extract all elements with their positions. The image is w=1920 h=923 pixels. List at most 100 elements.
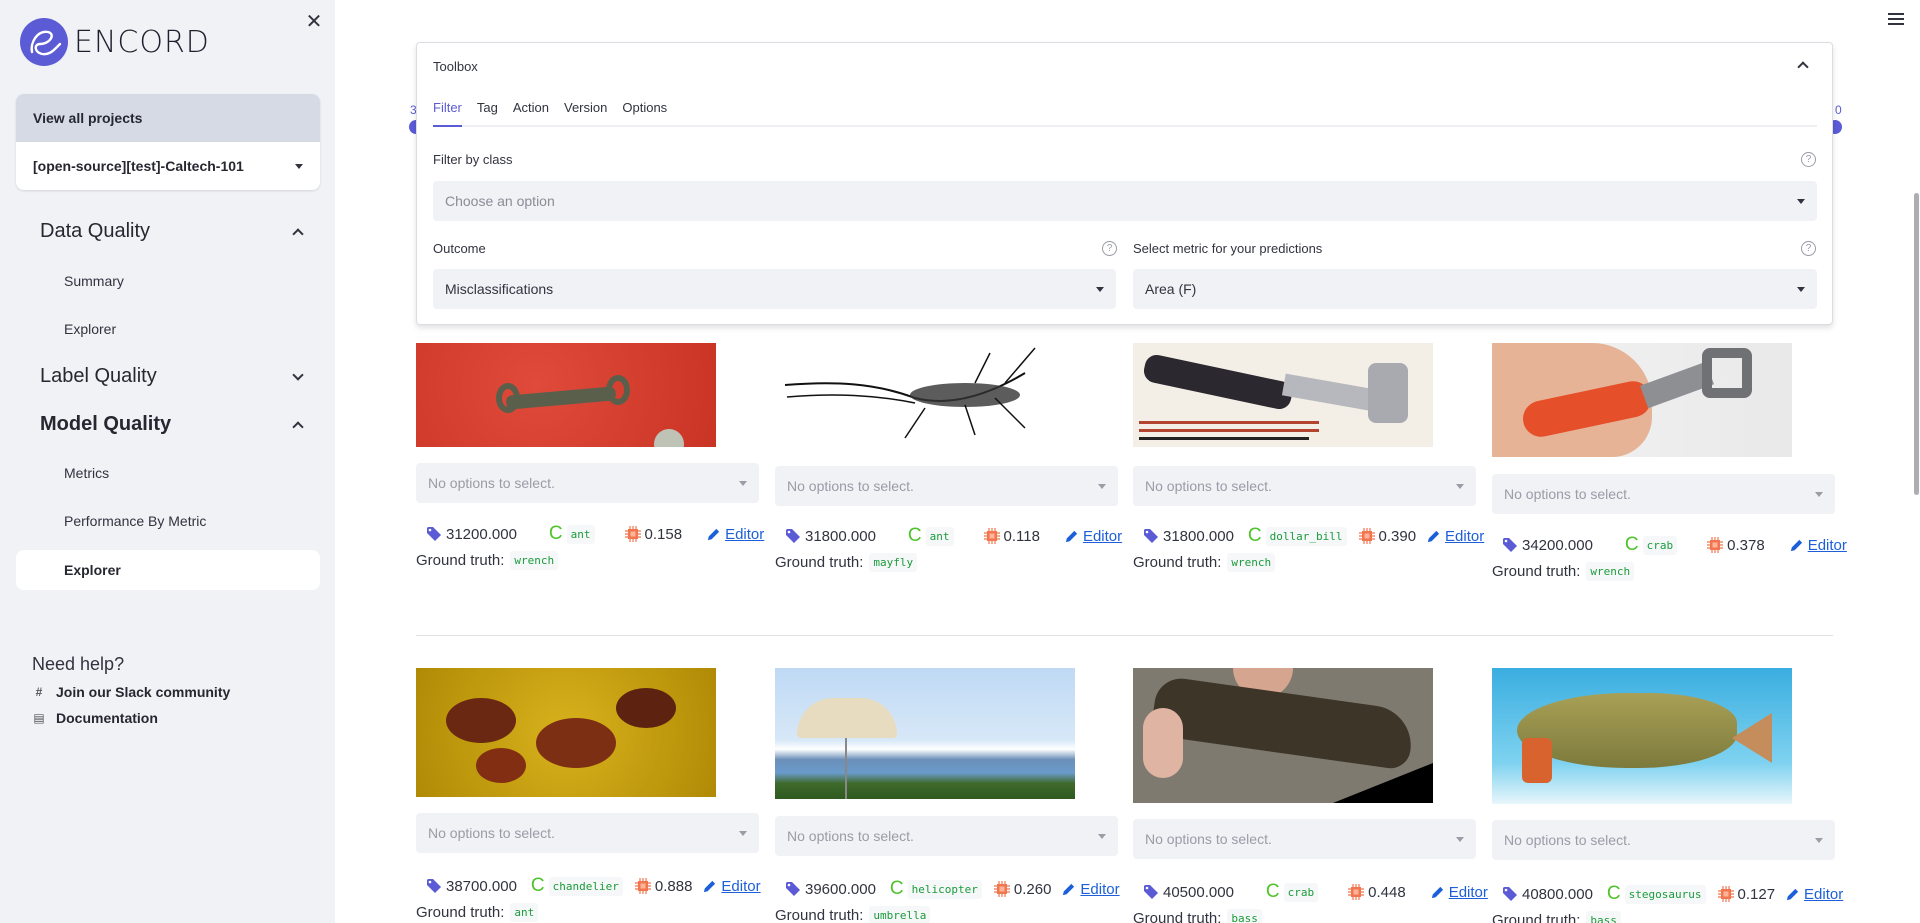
editor-link-label: Editor <box>1445 527 1485 545</box>
sample-image[interactable] <box>775 668 1075 799</box>
sample-image[interactable] <box>775 343 1075 443</box>
chip-icon <box>634 878 651 894</box>
sample-image[interactable] <box>1492 343 1792 457</box>
sample-image[interactable] <box>1492 668 1792 804</box>
nav-item-performance-by-metric[interactable]: Performance By Metric <box>64 513 206 529</box>
ground-truth: Ground truth: wrench <box>416 551 559 570</box>
chip-icon <box>1707 537 1724 553</box>
pencil-icon <box>704 880 716 892</box>
tab-options[interactable]: Options <box>622 97 667 127</box>
help-icon[interactable]: ? <box>1801 241 1816 256</box>
tab-version[interactable]: Version <box>564 97 607 127</box>
sample-metadata: 38700.000 C chandelier 0.888 Editor <box>426 875 761 897</box>
close-sidebar-button[interactable]: ✕ <box>302 10 326 34</box>
predicted-class: ant <box>925 526 954 546</box>
metric-value: 31800.000 <box>1163 527 1234 545</box>
metric-value: 40500.000 <box>1163 883 1234 901</box>
toolbox-tabs: Filter Tag Action Version Options <box>433 97 1817 127</box>
editor-link[interactable]: Editor <box>1064 528 1122 545</box>
tag-select[interactable]: No options to select. <box>416 463 759 503</box>
editor-link[interactable]: Editor <box>1061 881 1120 898</box>
filter-by-class-select[interactable]: Choose an option <box>433 181 1817 221</box>
nav-item-model-explorer[interactable]: Explorer <box>16 550 320 590</box>
sample-image[interactable] <box>416 668 716 797</box>
sample-image[interactable] <box>416 343 716 447</box>
ground-truth-label: Ground truth: <box>416 904 505 921</box>
tag-icon <box>1503 887 1517 901</box>
caret-down-icon <box>1096 286 1104 292</box>
nav-item-metrics[interactable]: Metrics <box>64 465 109 481</box>
tag-icon <box>427 527 441 541</box>
tag-select[interactable]: No options to select. <box>1133 819 1476 859</box>
encord-logo: ENCORD <box>20 18 210 66</box>
nav-item-data-summary[interactable]: Summary <box>64 273 124 289</box>
tab-action[interactable]: Action <box>513 97 549 127</box>
pencil-icon <box>1065 530 1078 542</box>
editor-link-label: Editor <box>1448 883 1488 901</box>
tag-select[interactable]: No options to select. <box>775 816 1118 856</box>
outcome-select[interactable]: Misclassifications <box>433 269 1116 309</box>
tag-select[interactable]: No options to select. <box>1133 466 1476 506</box>
filter-by-class-placeholder: Choose an option <box>445 193 555 209</box>
pencil-icon <box>1431 886 1443 898</box>
ground-truth: Ground truth: wrench <box>1133 553 1276 572</box>
tab-tag[interactable]: Tag <box>477 97 498 127</box>
class-icon: C <box>1265 881 1280 902</box>
caret-down-icon <box>1456 483 1464 489</box>
tag-icon <box>1144 529 1158 543</box>
project-select[interactable]: [open-source][test]-Caltech-101 <box>16 142 320 190</box>
nav-section-model-quality[interactable]: Model Quality <box>40 413 304 436</box>
editor-link[interactable]: Editor <box>1430 884 1488 901</box>
editor-link[interactable]: Editor <box>1426 528 1484 545</box>
ground-truth-label: Ground truth: <box>775 907 864 923</box>
editor-link[interactable]: Editor <box>702 877 761 895</box>
class-icon: C <box>548 523 563 544</box>
tag-select[interactable]: No options to select. <box>1492 820 1835 860</box>
tag-select[interactable]: No options to select. <box>775 466 1118 506</box>
view-all-projects-button[interactable]: View all projects <box>16 94 320 142</box>
ground-truth: Ground truth: mayfly <box>775 553 918 572</box>
editor-link[interactable]: Editor <box>1789 537 1847 554</box>
help-icon[interactable]: ? <box>1102 241 1117 256</box>
editor-link-label: Editor <box>1804 885 1844 903</box>
caret-down-icon <box>295 163 303 169</box>
nav-item-data-explorer[interactable]: Explorer <box>64 321 116 337</box>
tab-filter[interactable]: Filter <box>433 97 462 127</box>
encord-logo-icon <box>20 18 68 66</box>
documentation-link-label: Documentation <box>56 710 158 726</box>
metric-select[interactable]: Area (F) <box>1133 269 1817 309</box>
chip-icon <box>993 881 1010 897</box>
predicted-class: stegosaurus <box>1624 884 1706 904</box>
ground-truth-label: Ground truth: <box>1492 912 1581 923</box>
tag-select[interactable]: No options to select. <box>416 813 759 853</box>
main-menu-button[interactable] <box>1888 13 1904 27</box>
class-icon: C <box>889 878 904 899</box>
help-icon[interactable]: ? <box>1801 152 1816 167</box>
class-icon: C <box>1606 883 1621 904</box>
nav-section-label-quality[interactable]: Label Quality <box>40 365 304 388</box>
tag-select[interactable]: No options to select. <box>1492 474 1835 514</box>
slider-max-label: 0 <box>1835 103 1842 117</box>
tag-select-placeholder: No options to select. <box>1145 831 1272 847</box>
editor-link-label: Editor <box>725 525 765 543</box>
scrollbar-thumb[interactable] <box>1914 193 1919 495</box>
chip-icon <box>1717 886 1734 902</box>
sample-image[interactable] <box>1133 343 1433 447</box>
documentation-link[interactable]: ▤ Documentation <box>32 710 158 726</box>
prediction-score: 0.888 <box>654 877 693 895</box>
toolbox-collapse-button[interactable] <box>1796 59 1810 73</box>
metric-label: Select metric for your predictions <box>1133 241 1323 256</box>
slack-community-link[interactable]: # Join our Slack community <box>32 684 231 700</box>
prediction-score: 0.158 <box>644 525 683 543</box>
sample-metadata: 31200.000 C ant 0.158 Editor <box>426 523 764 545</box>
predicted-class: crab <box>1642 535 1678 555</box>
sample-metadata: 34200.000 C crab 0.378 Editor <box>1502 534 1847 556</box>
pencil-icon <box>707 528 720 540</box>
metric-value: 40800.000 <box>1522 885 1593 903</box>
editor-link[interactable]: Editor <box>706 526 764 543</box>
pencil-icon <box>1786 888 1799 900</box>
editor-link-label: Editor <box>721 877 761 895</box>
editor-link[interactable]: Editor <box>1785 886 1843 903</box>
nav-section-data-quality[interactable]: Data Quality <box>40 220 304 243</box>
sample-image[interactable] <box>1133 668 1433 803</box>
